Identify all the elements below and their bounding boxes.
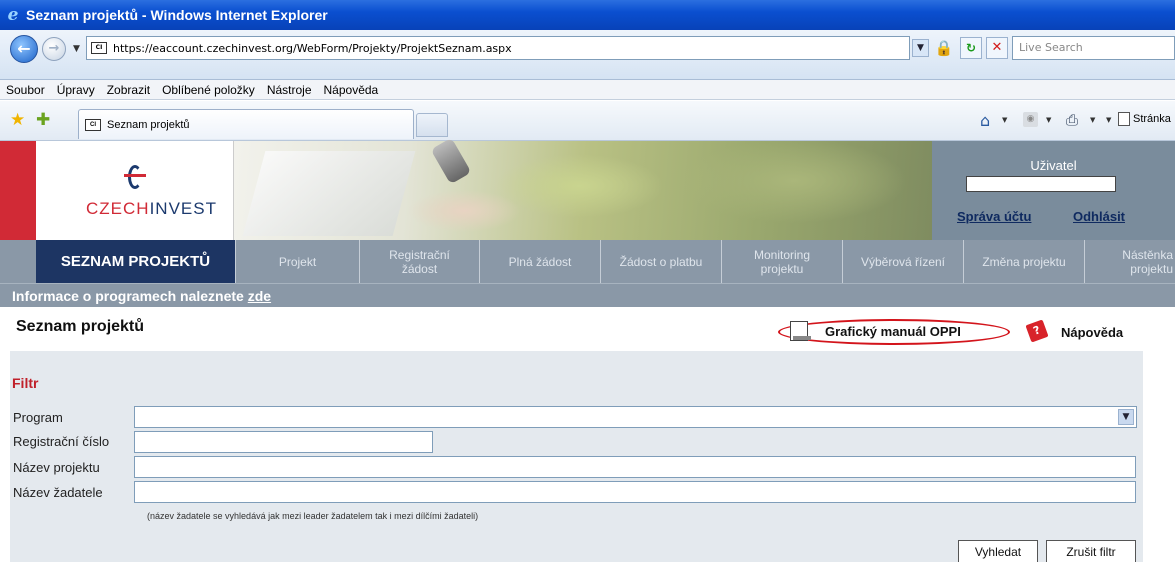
- home-dropdown-icon[interactable]: ▼: [1002, 116, 1007, 124]
- window-titlebar: e Seznam projektů - Windows Internet Exp…: [0, 0, 1175, 30]
- feeds-dropdown-icon[interactable]: ▼: [1046, 116, 1051, 124]
- menu-tools[interactable]: Nástroje: [265, 83, 314, 97]
- print-icon[interactable]: ⎙: [1066, 111, 1078, 129]
- program-info-link[interactable]: zde: [248, 288, 271, 304]
- tab-label: Seznam projektů: [107, 118, 190, 131]
- page-title: Seznam projektů: [16, 318, 145, 335]
- nav-nastenka-projektu[interactable]: Nástěnka projektu: [1084, 240, 1175, 283]
- help-book-icon[interactable]: ?: [1025, 319, 1049, 343]
- live-search-input[interactable]: Live Search: [1012, 36, 1175, 60]
- tab-seznam-projektu[interactable]: CI Seznam projektů: [78, 109, 414, 139]
- project-name-label: Název projektu: [13, 460, 100, 475]
- home-icon[interactable]: ⌂: [980, 111, 990, 130]
- applicant-name-input[interactable]: [134, 481, 1136, 503]
- menu-view[interactable]: Zobrazit: [105, 83, 152, 97]
- stop-button[interactable]: ✕: [986, 37, 1008, 59]
- logout-link[interactable]: Odhlásit: [1073, 209, 1125, 224]
- address-dropdown-button[interactable]: ▼: [912, 39, 929, 57]
- account-settings-link[interactable]: Správa účtu: [957, 209, 1031, 224]
- program-info-text: Informace o programech naleznete: [12, 288, 248, 304]
- page-menu-button[interactable]: Stránka: [1118, 112, 1171, 126]
- address-url: https://eaccount.czechinvest.org/WebForm…: [113, 41, 512, 55]
- graphic-manual-link[interactable]: Grafický manuál OPPI: [825, 324, 961, 339]
- manual-document-icon[interactable]: [790, 321, 811, 341]
- menu-help[interactable]: Nápověda: [322, 83, 381, 97]
- registration-number-input[interactable]: [134, 431, 433, 453]
- menu-edit[interactable]: Úpravy: [55, 83, 97, 97]
- nav-zmena-projektu[interactable]: Změna projektu: [963, 240, 1084, 283]
- window-title: Seznam projektů - Windows Internet Explo…: [26, 7, 328, 23]
- nav-projekt[interactable]: Projekt: [235, 240, 359, 283]
- feeds-icon[interactable]: ◉: [1023, 112, 1038, 127]
- main-navigation: SEZNAM PROJEKTŮ Projekt Registrační žádos…: [0, 240, 1175, 283]
- refresh-button[interactable]: ↻: [960, 37, 982, 59]
- favorites-star-icon[interactable]: ★: [10, 110, 25, 130]
- filter-title: Filtr: [12, 375, 39, 391]
- nav-plna-zadost[interactable]: Plná žádost: [479, 240, 600, 283]
- applicant-search-hint: (název žadatele se vyhledává jak mezi le…: [147, 511, 479, 521]
- program-select[interactable]: ▼: [134, 406, 1137, 428]
- recent-pages-dropdown-icon[interactable]: ▼: [73, 44, 80, 54]
- page-dropdown-icon[interactable]: ▼: [1106, 116, 1111, 124]
- user-name-field: [966, 176, 1116, 192]
- clear-filter-button[interactable]: Zrušit filtr: [1046, 540, 1136, 562]
- site-header: CZECHINVEST Uživatel Správa účtu Odhlási…: [0, 137, 1175, 240]
- help-link[interactable]: Nápověda: [1061, 325, 1123, 340]
- user-panel: Uživatel Správa účtu Odhlásit: [932, 141, 1175, 240]
- filter-panel: Filtr Program ▼ Registrační číslo Název …: [10, 351, 1143, 562]
- header-photo: [234, 137, 932, 240]
- project-name-input[interactable]: [134, 456, 1136, 478]
- logo-wordmark: CZECHINVEST: [86, 199, 217, 218]
- brand-red-strip: [0, 141, 36, 240]
- registration-number-label: Registrační číslo: [13, 434, 110, 449]
- print-dropdown-icon[interactable]: ▼: [1090, 116, 1095, 124]
- menu-file[interactable]: Soubor: [4, 83, 47, 97]
- nav-monitoring-projektu[interactable]: Monitoring projektu: [721, 240, 842, 283]
- program-info-bar: Informace o programech naleznete zde: [0, 283, 1175, 307]
- czechinvest-logo[interactable]: CZECHINVEST: [36, 141, 234, 240]
- address-input[interactable]: CI https://eaccount.czechinvest.org/WebF…: [86, 36, 910, 60]
- forward-button[interactable]: →: [42, 37, 66, 61]
- nav-vyberova-rizeni[interactable]: Výběrová řízení: [842, 240, 963, 283]
- address-toolbar: ← → ▼ CI https://eaccount.czechinvest.or…: [0, 30, 1175, 80]
- menu-favorites[interactable]: Oblíbené položky: [160, 83, 257, 97]
- new-tab-button[interactable]: [416, 113, 448, 137]
- menu-bar: Soubor Úpravy Zobrazit Oblíbené položky …: [0, 80, 1175, 100]
- browser-window: e Seznam projektů - Windows Internet Exp…: [0, 0, 1175, 562]
- back-button[interactable]: ←: [10, 35, 38, 63]
- nav-zadost-o-platbu[interactable]: Žádost o platbu: [600, 240, 721, 283]
- czechinvest-logo-icon: [124, 163, 146, 191]
- nav-seznam-projektu[interactable]: SEZNAM PROJEKTŮ: [36, 240, 235, 283]
- page-icon: [1118, 112, 1130, 126]
- add-favorite-icon[interactable]: ✚: [36, 110, 50, 130]
- page-menu-label: Stránka: [1133, 113, 1171, 125]
- search-button[interactable]: Vyhledat: [958, 540, 1038, 562]
- program-label: Program: [13, 410, 63, 425]
- tab-bar: ★ ✚ CI Seznam projektů ⌂ ▼ ◉ ▼ ⎙ ▼ ▼ Str…: [0, 101, 1175, 141]
- program-dropdown-icon[interactable]: ▼: [1118, 409, 1134, 425]
- nav-registracni-zadost[interactable]: Registrační žádost: [359, 240, 479, 283]
- site-favicon-icon: CI: [91, 42, 107, 54]
- lock-icon[interactable]: 🔒: [933, 37, 955, 59]
- tab-favicon-icon: CI: [85, 118, 101, 131]
- applicant-name-label: Název žadatele: [13, 485, 103, 500]
- ie-logo-icon: e: [7, 5, 19, 25]
- user-label: Uživatel: [1030, 158, 1077, 173]
